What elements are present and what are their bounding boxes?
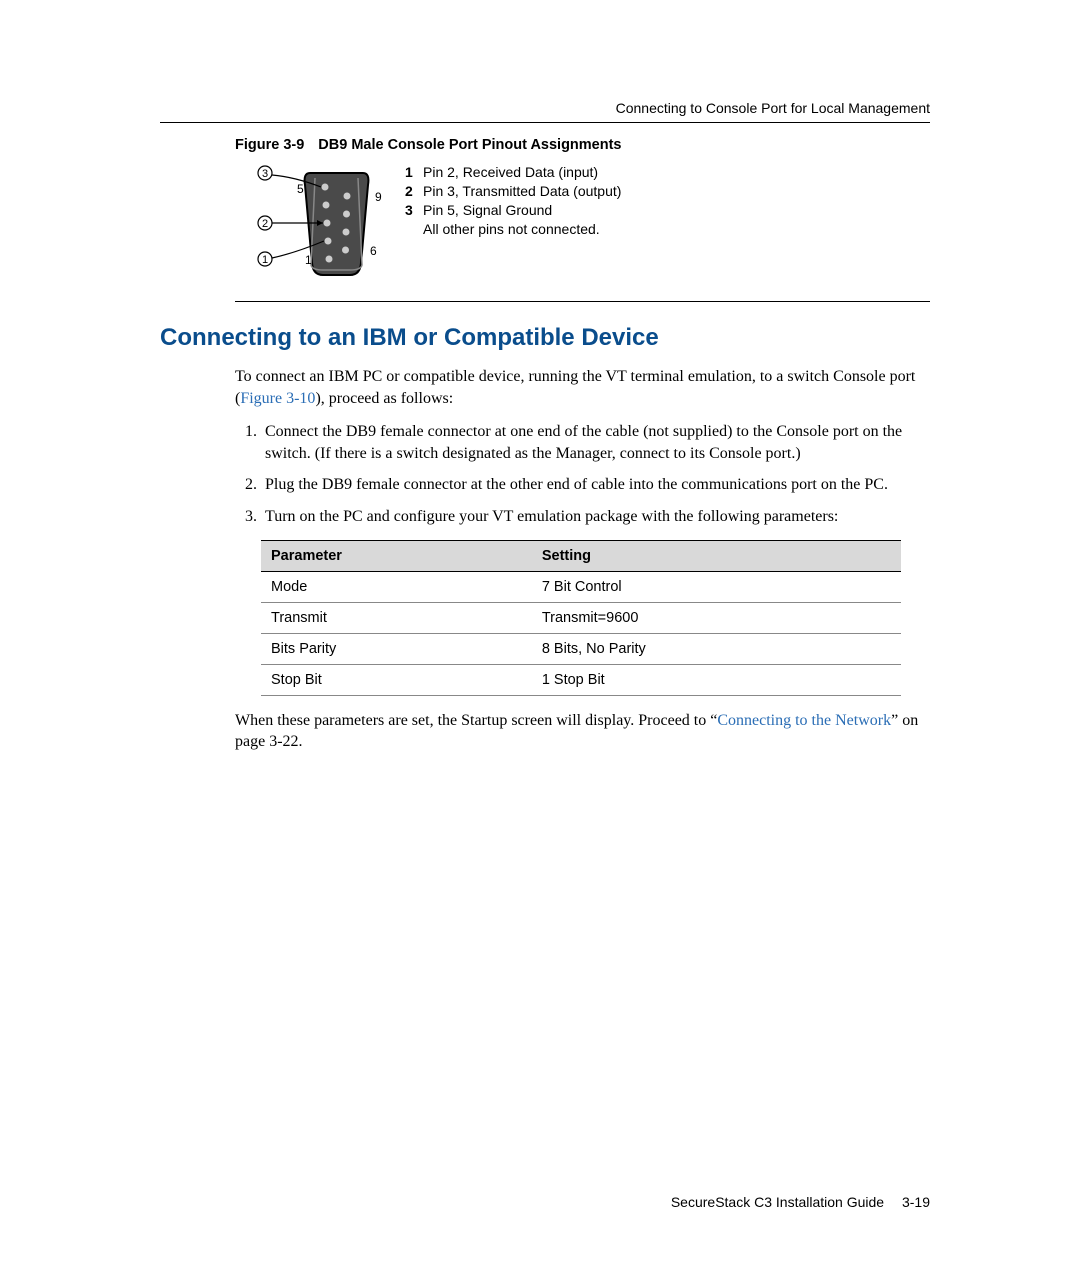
parameter-table: Parameter Setting Mode 7 Bit Control Tra… <box>261 540 901 696</box>
page-footer: SecureStack C3 Installation Guide 3-19 <box>671 1194 930 1210</box>
step-item: Plug the DB9 female connector at the oth… <box>261 474 930 496</box>
callout-2: 2 <box>262 218 268 230</box>
header-rule <box>160 122 930 123</box>
callout-3: 3 <box>262 168 268 180</box>
table-cell: 7 Bit Control <box>532 571 901 602</box>
legend-num: 2 <box>405 182 423 201</box>
table-header-setting: Setting <box>532 540 901 571</box>
legend-num: 1 <box>405 163 423 182</box>
legend-row: All other pins not connected. <box>405 220 621 239</box>
callout-1: 1 <box>262 254 268 266</box>
table-cell: 8 Bits, No Parity <box>532 633 901 664</box>
intro-paragraph: To connect an IBM PC or compatible devic… <box>235 366 930 409</box>
xref-connecting-to-network[interactable]: Connecting to the Network <box>717 712 891 729</box>
table-cell: 1 Stop Bit <box>532 664 901 695</box>
pin-label-9: 9 <box>375 190 382 204</box>
footer-page-number: 3-19 <box>902 1194 930 1210</box>
table-header-parameter: Parameter <box>261 540 532 571</box>
legend-num: 3 <box>405 201 423 220</box>
table-cell: Stop Bit <box>261 664 532 695</box>
pin-label-1: 1 <box>305 253 312 267</box>
table-row: Transmit Transmit=9600 <box>261 602 901 633</box>
table-row: Mode 7 Bit Control <box>261 571 901 602</box>
table-cell: Transmit <box>261 602 532 633</box>
pin-label-5: 5 <box>297 182 304 196</box>
legend-text: Pin 5, Signal Ground <box>423 201 552 220</box>
legend-text: Pin 2, Received Data (input) <box>423 163 598 182</box>
section-heading: Connecting to an IBM or Compatible Devic… <box>160 324 930 352</box>
legend-num <box>405 220 423 239</box>
figure-caption: Figure 3-9 DB9 Male Console Port Pinout A… <box>235 137 930 153</box>
table-cell: Transmit=9600 <box>532 602 901 633</box>
table-cell: Mode <box>261 571 532 602</box>
pin-label-6: 6 <box>370 244 377 258</box>
legend-row: 2 Pin 3, Transmitted Data (output) <box>405 182 621 201</box>
xref-figure-3-10[interactable]: Figure 3-10 <box>240 390 315 407</box>
figure-rule <box>235 301 930 302</box>
legend-row: 1 Pin 2, Received Data (input) <box>405 163 621 182</box>
running-header: Connecting to Console Port for Local Man… <box>160 100 930 116</box>
closing-text-pre: When these parameters are set, the Start… <box>235 712 717 729</box>
legend-text: All other pins not connected. <box>423 220 600 239</box>
figure-legend: 1 Pin 2, Received Data (input) 2 Pin 3, … <box>405 163 621 239</box>
footer-guide-name: SecureStack C3 Installation Guide <box>671 1194 884 1210</box>
db9-connector-diagram: 5 9 1 6 3 2 1 <box>255 163 395 283</box>
figure-title: DB9 Male Console Port Pinout Assignments <box>318 137 621 153</box>
figure-number: Figure 3-9 <box>235 137 304 153</box>
legend-row: 3 Pin 5, Signal Ground <box>405 201 621 220</box>
intro-text-post: ), proceed as follows: <box>315 390 453 407</box>
legend-text: Pin 3, Transmitted Data (output) <box>423 182 621 201</box>
table-row: Bits Parity 8 Bits, No Parity <box>261 633 901 664</box>
steps-list: Connect the DB9 female connector at one … <box>235 421 930 527</box>
step-item: Connect the DB9 female connector at one … <box>261 421 930 464</box>
step-item: Turn on the PC and configure your VT emu… <box>261 506 930 528</box>
table-cell: Bits Parity <box>261 633 532 664</box>
table-row: Stop Bit 1 Stop Bit <box>261 664 901 695</box>
closing-paragraph: When these parameters are set, the Start… <box>235 710 930 753</box>
figure-block: 5 9 1 6 3 2 1 1 Pin 2, Received Data (in <box>255 163 930 283</box>
